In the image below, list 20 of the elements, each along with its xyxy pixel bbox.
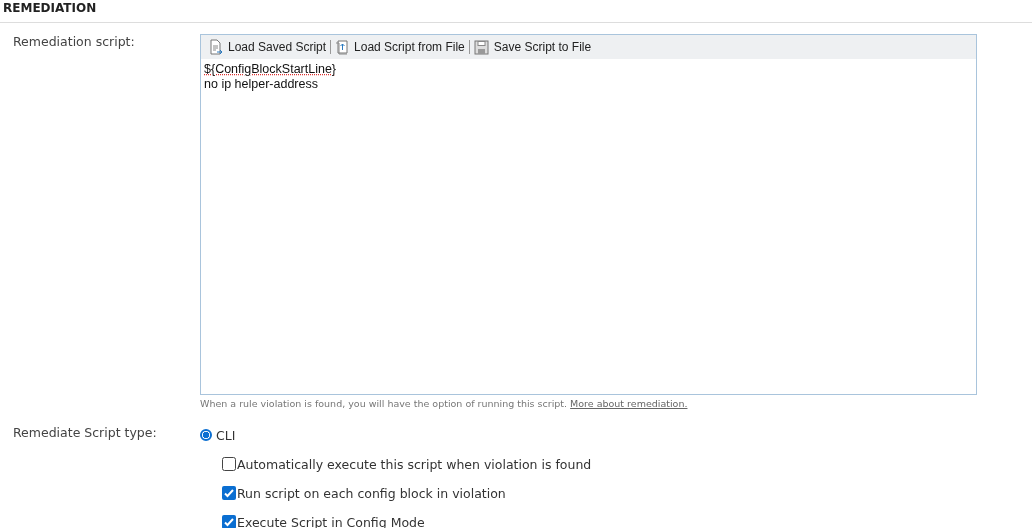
toolbar-button[interactable]: Load Saved Script xyxy=(205,39,331,55)
toolbar-button[interactable]: Save Script to File xyxy=(469,39,596,55)
hint-text: When a rule violation is found, you will have the option of running this script. More about remediation. xyxy=(200,398,689,409)
radio-button[interactable] xyxy=(200,429,212,441)
file-upload-icon xyxy=(335,39,350,55)
checkbox[interactable] xyxy=(222,457,236,471)
checkbox-label: Run script on each config block in violation xyxy=(237,485,506,501)
radio-label: CLI xyxy=(216,427,236,443)
field-label: Remediation script: xyxy=(12,34,136,51)
checkbox[interactable] xyxy=(222,515,236,528)
toolbar-button[interactable]: Load Script from File xyxy=(331,39,469,55)
checkbox[interactable] xyxy=(222,486,236,500)
remediation-link[interactable]: More about remediation. xyxy=(570,398,688,409)
section-title: REMEDIATION xyxy=(3,1,97,15)
script-line: ${ConfigBlockStartLine} xyxy=(204,62,338,77)
field-label: Remediate Script type: xyxy=(12,425,158,442)
document-icon xyxy=(209,39,223,55)
script-line: no ip helper-address xyxy=(204,77,319,92)
checkbox-label: Automatically execute this script when violation is found xyxy=(237,456,592,472)
script-editor[interactable]: Load Saved Script Load Script from File Save Script to File ${ConfigBlockStartLine} no ip helper-address xyxy=(200,34,977,395)
